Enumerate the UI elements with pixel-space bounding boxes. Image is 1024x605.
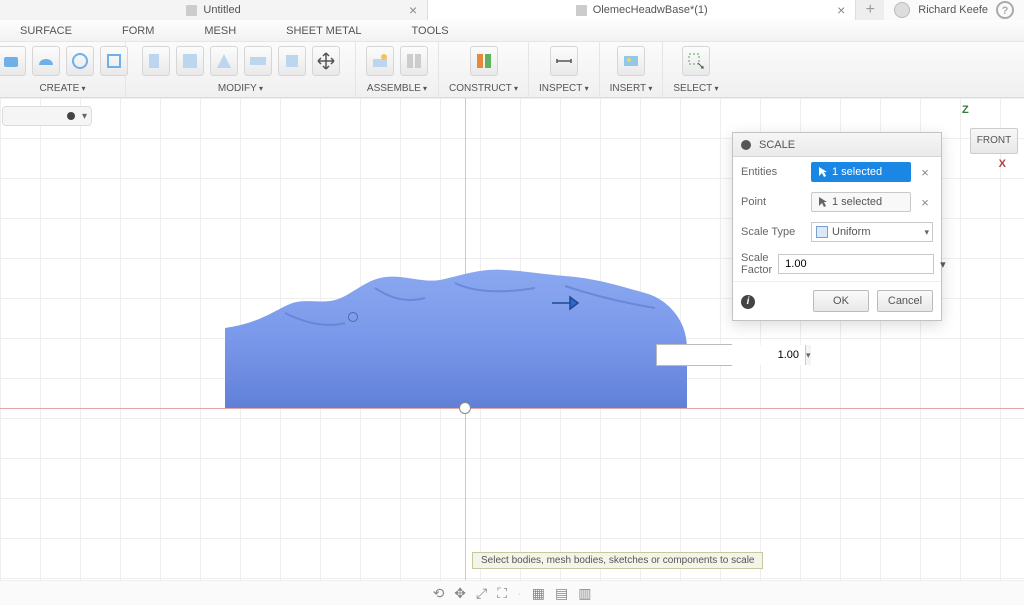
group-insert-label[interactable]: INSERT (610, 83, 653, 94)
info-icon[interactable]: i (741, 295, 755, 309)
close-tab-icon[interactable]: × (409, 2, 417, 18)
fit-icon[interactable]: ⛶ (497, 585, 507, 602)
scalefactor-input[interactable] (778, 254, 934, 274)
close-tab-icon[interactable]: × (837, 2, 845, 18)
entities-selection[interactable]: 1 selected (811, 162, 911, 182)
cancel-button[interactable]: Cancel (877, 290, 933, 312)
create-tool-1[interactable] (0, 46, 26, 76)
viewport-scale-dropdown[interactable]: ▾ (805, 345, 811, 365)
document-tab-label: OlemecHeadwBase*(1) (593, 4, 708, 16)
menu-surface[interactable]: SURFACE (20, 25, 72, 37)
point-clear-icon[interactable]: × (917, 195, 933, 210)
point-value: 1 selected (832, 196, 882, 208)
menu-tools[interactable]: TOOLS (412, 25, 449, 37)
group-select-label[interactable]: SELECT (673, 83, 718, 94)
scaletype-dropdown[interactable]: Uniform ▾ (811, 222, 933, 242)
viewport-settings-icon[interactable]: ▥ (578, 585, 591, 602)
grid-settings-icon[interactable]: ▤ (555, 585, 568, 602)
browser-toggle[interactable]: ▾ (2, 106, 92, 126)
viewport-scale-input[interactable]: ▾ (656, 344, 732, 366)
entities-label: Entities (741, 166, 805, 178)
group-inspect-label[interactable]: INSPECT (539, 83, 589, 94)
scalefactor-label: Scale Factor (741, 252, 772, 276)
group-modify-label[interactable]: MODIFY (218, 83, 263, 94)
dialog-title: SCALE (759, 139, 795, 151)
menu-mesh[interactable]: MESH (204, 25, 236, 37)
user-name: Richard Keefe (918, 4, 988, 16)
cursor-icon (818, 166, 828, 178)
menu-sheetmetal[interactable]: SHEET METAL (286, 25, 361, 37)
user-avatar-icon[interactable] (894, 2, 910, 18)
group-construct-label[interactable]: CONSTRUCT (449, 83, 518, 94)
bottom-nav-toolbar: ⟲ ✥ ⤢ ⛶ · ▦ ▤ ▥ (0, 580, 1024, 605)
orbit-icon[interactable]: ⟲ (433, 585, 445, 602)
entities-clear-icon[interactable]: × (917, 165, 933, 180)
scale-arrow-icon[interactable] (550, 293, 580, 313)
assemble-tool-2[interactable] (400, 46, 428, 76)
hint-message: Select bodies, mesh bodies, sketches or … (472, 552, 763, 569)
group-create-label[interactable]: CREATE (39, 83, 85, 94)
point-selection[interactable]: 1 selected (811, 192, 911, 212)
document-tab-untitled[interactable]: Untitled × (0, 0, 428, 20)
modify-tool-1[interactable] (142, 46, 170, 76)
modify-tool-4[interactable] (244, 46, 272, 76)
pan-icon[interactable]: ✥ (454, 585, 466, 602)
dialog-collapse-icon[interactable] (741, 140, 751, 150)
document-tab-label: Untitled (203, 4, 240, 16)
menu-form[interactable]: FORM (122, 25, 154, 37)
scaletype-value: Uniform (832, 226, 871, 238)
insert-tool[interactable] (617, 46, 645, 76)
chevron-down-icon[interactable]: ▾ (940, 258, 946, 271)
inspect-tool[interactable] (550, 46, 578, 76)
display-settings-icon[interactable]: ▦ (532, 585, 545, 602)
create-tool-3[interactable] (66, 46, 94, 76)
point-label: Point (741, 196, 805, 208)
axis-line-x (0, 408, 1024, 409)
chevron-down-icon: ▾ (82, 111, 87, 122)
entities-value: 1 selected (832, 166, 882, 178)
construct-tool[interactable] (470, 46, 498, 76)
document-tab-active[interactable]: OlemecHeadwBase*(1) × (428, 0, 856, 20)
document-cube-icon (576, 5, 587, 16)
scaletype-label: Scale Type (741, 226, 805, 238)
model-body[interactable] (225, 268, 687, 408)
chevron-down-icon: ▾ (924, 227, 929, 238)
new-tab-button[interactable]: + (856, 0, 884, 20)
center-grip-icon[interactable] (459, 402, 471, 414)
axis-z-label: Z (962, 104, 969, 116)
select-tool[interactable] (682, 46, 710, 76)
origin-marker-icon (348, 312, 358, 322)
modify-tool-3[interactable] (210, 46, 238, 76)
zoom-icon[interactable]: ⤢ (476, 585, 487, 602)
axis-x-label: X (999, 158, 1006, 170)
toggle-dot-icon (67, 112, 75, 120)
modify-tool-move[interactable] (312, 46, 340, 76)
ok-button[interactable]: OK (813, 290, 869, 312)
modify-tool-5[interactable] (278, 46, 306, 76)
help-icon[interactable]: ? (996, 1, 1014, 19)
viewport-scale-field[interactable] (657, 345, 805, 365)
scale-dialog: SCALE Entities 1 selected × Point 1 sele… (732, 132, 942, 321)
create-tool-4[interactable] (100, 46, 128, 76)
create-tool-2[interactable] (32, 46, 60, 76)
modify-tool-2[interactable] (176, 46, 204, 76)
cursor-icon (818, 196, 828, 208)
uniform-scale-icon (816, 226, 828, 238)
group-assemble-label[interactable]: ASSEMBLE (367, 83, 427, 94)
view-cube-front[interactable]: FRONT (970, 128, 1018, 154)
document-cube-icon (186, 5, 197, 16)
assemble-tool-1[interactable] (366, 46, 394, 76)
